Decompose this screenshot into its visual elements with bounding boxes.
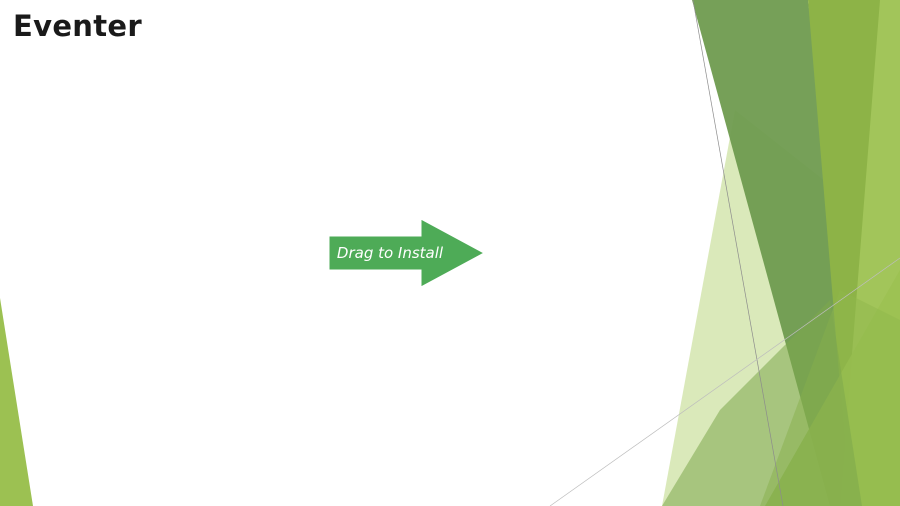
left-accent-shape bbox=[0, 298, 33, 506]
installer-window: Eventer Drag to Install bbox=[0, 0, 900, 506]
drag-to-install-label: Drag to Install bbox=[336, 244, 444, 262]
drag-to-install-arrow[interactable]: Drag to Install bbox=[329, 219, 485, 287]
app-title: Eventer bbox=[13, 9, 142, 43]
